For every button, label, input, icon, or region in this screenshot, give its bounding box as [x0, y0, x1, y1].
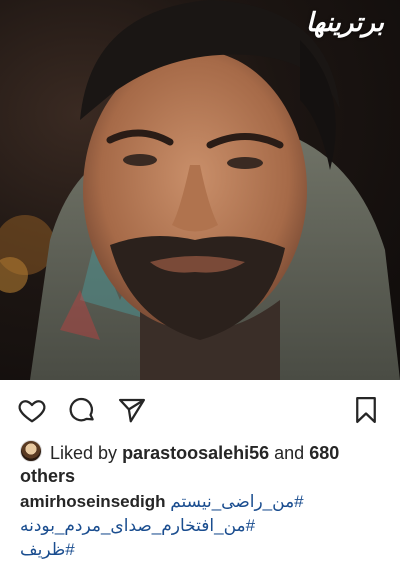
watermark-logo: برترینها	[305, 8, 385, 38]
liker-avatar[interactable]	[20, 440, 42, 462]
heart-icon	[18, 400, 46, 423]
likes-conjunction: and	[274, 443, 305, 463]
caption-username[interactable]: amirhoseinsedigh	[20, 492, 165, 511]
post-photo[interactable]: برترینها	[0, 0, 400, 380]
hashtag-link[interactable]: #من_افتخارم_صدای_مردم_بودنه	[20, 516, 255, 535]
liker-username[interactable]: parastoosalehi56	[122, 443, 269, 463]
paper-plane-icon	[119, 398, 145, 423]
hashtag-link[interactable]: #من_راضی_نیستم	[170, 492, 303, 511]
save-button[interactable]	[350, 394, 382, 426]
likes-summary: Liked by parastoosalehi56 and 680 others	[20, 440, 390, 488]
likes-others[interactable]: others	[20, 466, 75, 486]
portrait-illustration	[0, 0, 400, 380]
post-caption: amirhoseinsedigh #من_راضی_نیستم #من_افتخ…	[20, 490, 388, 562]
like-button[interactable]	[16, 394, 48, 426]
hashtag-link[interactable]: #ظریف	[20, 540, 75, 559]
comment-button[interactable]	[66, 394, 98, 426]
likes-prefix: Liked by	[50, 443, 118, 463]
share-button[interactable]	[116, 394, 148, 426]
likes-count[interactable]: 680	[309, 443, 339, 463]
bookmark-icon	[356, 397, 376, 423]
comment-bubble-icon	[69, 397, 94, 422]
action-bar	[0, 380, 400, 440]
